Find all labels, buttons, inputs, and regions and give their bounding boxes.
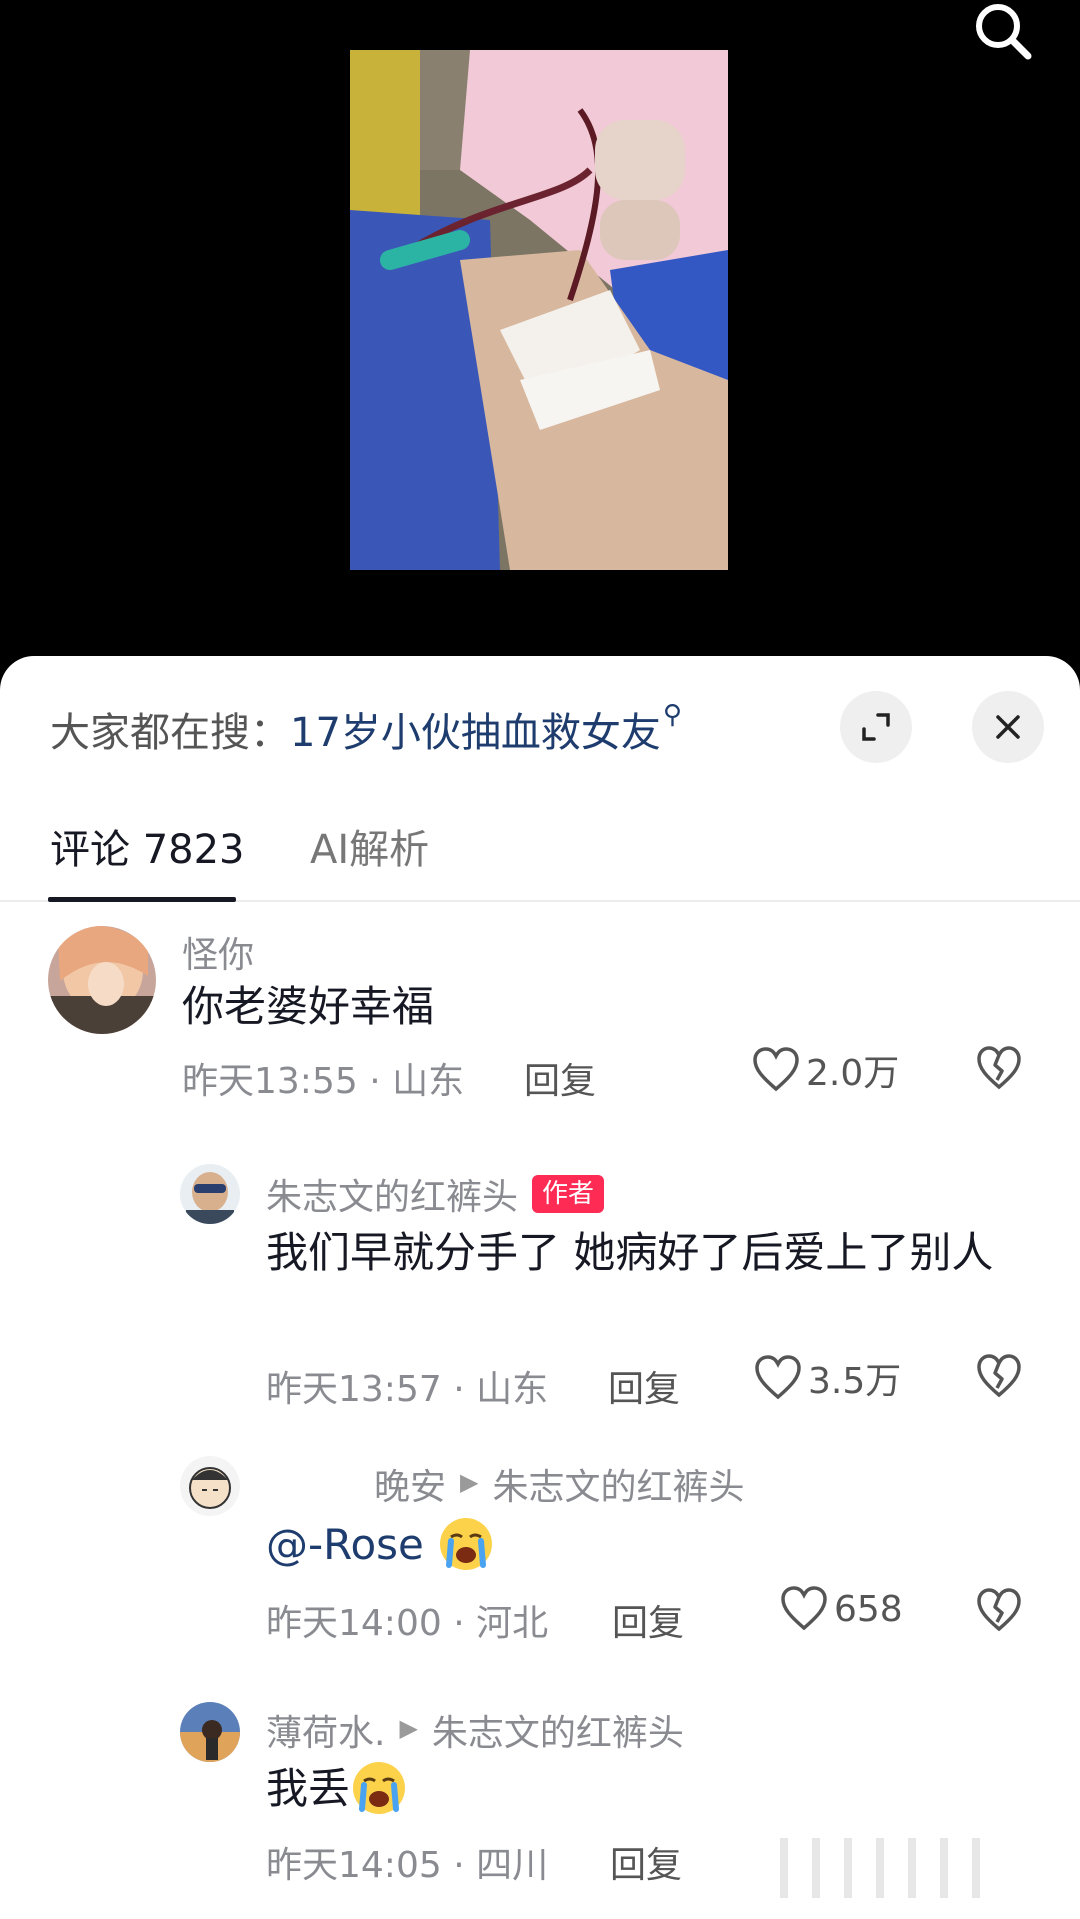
heart-icon [755,1355,801,1400]
trending-search-term[interactable]: 17岁小伙抽血救女友 [290,700,661,758]
comment-sheet: 大家都在搜： 17岁小伙抽血救女友 ⚲ 评论 7823 AI解析 怪你 你老婆好… [0,656,1080,1919]
heart-icon [753,1047,799,1092]
comment-time-location: 昨天14:05 · 四川 [266,1845,549,1886]
tab-ai-analysis[interactable]: AI解析 [310,820,429,880]
mention-link[interactable]: @-Rose [266,1520,424,1569]
like-count: 658 [834,1588,903,1630]
trending-search-label: 大家都在搜： [50,710,290,756]
author-name[interactable]: 朱志文的红裤头 [266,1168,518,1220]
like-button[interactable]: 3.5万 [754,1352,901,1404]
like-count: 3.5万 [808,1361,902,1402]
comment-author[interactable]: 怪你 [182,926,254,978]
expand-icon [862,713,890,741]
crying-face-emoji-icon [440,1517,493,1570]
comment-text: 我们早就分手了 她病好了后爱上了别人 [266,1228,994,1277]
reply-arrow-icon: ▶ [460,1468,479,1496]
dislike-button[interactable] [976,1046,1022,1094]
like-button[interactable]: 658 [780,1586,903,1632]
expand-button[interactable] [840,691,912,763]
reply-button[interactable]: 回复 [612,1594,684,1646]
avatar[interactable] [48,926,156,1034]
comment-author: 朱志文的红裤头 作者 [266,1168,605,1220]
broken-heart-icon [977,1354,1021,1398]
tab-comments[interactable]: 评论 7823 [50,820,245,880]
video-thumbnail[interactable] [350,50,728,570]
search-icon: ⚲ [662,700,682,730]
dislike-button[interactable] [976,1354,1022,1402]
close-button[interactable] [972,691,1044,763]
comment-author: 晚安 ▶ 朱志文的红裤头 [374,1458,745,1510]
author-name[interactable]: 薄荷水. [266,1704,385,1756]
comment-author: 薄荷水. ▶ 朱志文的红裤头 [266,1704,684,1756]
heart-icon [781,1586,827,1631]
avatar[interactable] [180,1702,240,1762]
reply-to-name[interactable]: 朱志文的红裤头 [492,1458,744,1510]
reply-button[interactable]: 回复 [524,1052,596,1104]
comment-time-location: 昨天14:00 · 河北 [266,1603,549,1644]
comment-text: 我丢 [266,1758,408,1821]
broken-heart-icon [977,1046,1021,1090]
trending-search[interactable]: 大家都在搜： 17岁小伙抽血救女友 ⚲ [50,694,682,764]
comment-time-location: 昨天13:57 · 山东 [266,1369,549,1410]
active-tab-indicator [48,897,236,902]
crying-face-emoji-icon [353,1761,406,1814]
broken-heart-icon [977,1588,1021,1632]
reply-to-name[interactable]: 朱志文的红裤头 [432,1704,684,1756]
close-icon [996,715,1020,739]
author-name[interactable]: 晚安 [374,1458,446,1510]
reply-arrow-icon: ▶ [399,1714,418,1742]
avatar[interactable] [180,1456,240,1516]
reply-button[interactable]: 回复 [608,1360,680,1412]
like-button[interactable]: 2.0万 [752,1044,899,1096]
tab-bar: 评论 7823 AI解析 [0,806,1080,902]
loading-placeholder [780,1838,1000,1898]
dislike-button[interactable] [976,1588,1022,1636]
author-badge: 作者 [532,1175,605,1213]
comment-text: 你老婆好幸福 [182,982,435,1031]
reply-button[interactable]: 回复 [610,1836,682,1888]
comments-page: 大家都在搜： 17岁小伙抽血救女友 ⚲ 评论 7823 AI解析 怪你 你老婆好… [0,0,1080,1919]
search-icon [976,4,1032,60]
like-count: 2.0万 [806,1053,900,1094]
comment-text: @-Rose [266,1514,495,1577]
search-button[interactable] [968,0,1040,66]
video-image [350,50,728,570]
avatar[interactable] [180,1164,240,1224]
comment-time-location: 昨天13:55 · 山东 [182,1061,465,1102]
comment-text-content: 我丢 [266,1764,351,1813]
